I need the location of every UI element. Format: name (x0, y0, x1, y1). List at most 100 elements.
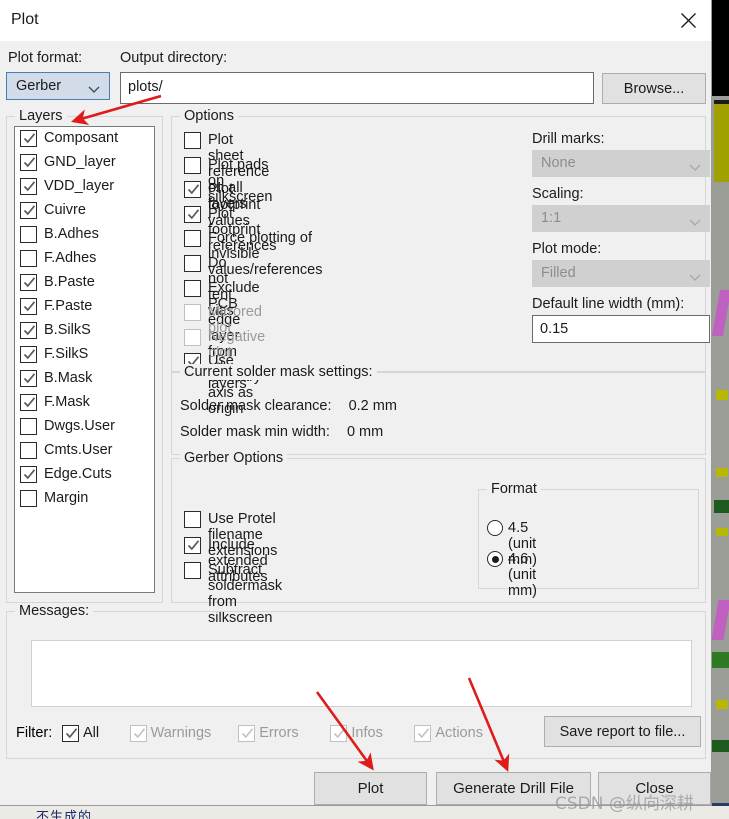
check-icon (23, 132, 36, 145)
gerber-option-checkbox[interactable] (184, 537, 201, 554)
check-icon (133, 727, 146, 740)
pcb-pad-yellow (716, 390, 728, 400)
chevron-down-icon (88, 82, 100, 98)
filter-checkbox[interactable] (62, 725, 79, 742)
layer-row[interactable]: F.Mask (15, 391, 154, 415)
gerber-option-checkbox[interactable] (184, 562, 201, 579)
plot-mode-value: Filled (541, 265, 576, 281)
layer-checkbox[interactable] (20, 154, 37, 171)
drill-marks-select[interactable]: None (532, 150, 710, 177)
plot-format-select[interactable]: Gerber (6, 72, 110, 100)
layer-checkbox[interactable] (20, 466, 37, 483)
layer-checkbox[interactable] (20, 178, 37, 195)
gerber-format-caption: Format (487, 481, 541, 497)
layer-checkbox[interactable] (20, 274, 37, 291)
pcb-trace-magenta (711, 600, 729, 640)
layer-label: VDD_layer (44, 178, 114, 194)
chevron-down-icon (689, 159, 701, 177)
layer-row[interactable]: F.Paste (15, 295, 154, 319)
layer-checkbox[interactable] (20, 298, 37, 315)
layer-row[interactable]: Dwgs.User (15, 415, 154, 439)
drill-marks-label: Drill marks: (532, 131, 702, 147)
layer-row[interactable]: Composant (15, 127, 154, 151)
filter-checkbox[interactable] (130, 725, 147, 742)
plot-format-label: Plot format: (8, 50, 82, 66)
solder-mask-group: Current solder mask settings: Solder mas… (171, 372, 706, 455)
layer-row[interactable]: Cmts.User (15, 439, 154, 463)
filter-checkbox[interactable] (238, 725, 255, 742)
layer-checkbox[interactable] (20, 418, 37, 435)
save-report-button[interactable]: Save report to file... (544, 716, 701, 747)
default-line-width-input[interactable]: 0.15 (532, 315, 710, 343)
layers-list[interactable]: Composant GND_layer VDD_layer Cuivre B.Adhes… (14, 126, 155, 593)
gerber-format-label: 4.6 (unit mm) (508, 551, 537, 599)
filter-label: Filter: (16, 725, 52, 741)
layer-row[interactable]: Margin (15, 487, 154, 511)
layer-checkbox[interactable] (20, 202, 37, 219)
pcb-pad-green (714, 500, 729, 513)
layer-checkbox[interactable] (20, 322, 37, 339)
filter-checkbox[interactable] (330, 725, 347, 742)
plot-button[interactable]: Plot (314, 772, 427, 805)
layer-label: Composant (44, 130, 118, 146)
option-checkbox[interactable] (184, 255, 201, 272)
layer-label: GND_layer (44, 154, 116, 170)
layer-row[interactable]: B.Adhes (15, 223, 154, 247)
radio-icon[interactable] (487, 520, 503, 536)
layer-checkbox[interactable] (20, 346, 37, 363)
layer-label: B.Adhes (44, 226, 99, 242)
gerber-option-checkbox[interactable] (184, 511, 201, 528)
filter-checkbox[interactable] (414, 725, 431, 742)
layer-label: F.Paste (44, 298, 92, 314)
output-directory-value: plots/ (128, 79, 163, 95)
layer-row[interactable]: VDD_layer (15, 175, 154, 199)
check-icon (187, 208, 200, 221)
layer-checkbox[interactable] (20, 370, 37, 387)
layer-row[interactable]: Cuivre (15, 199, 154, 223)
layer-checkbox[interactable] (20, 394, 37, 411)
layer-checkbox[interactable] (20, 490, 37, 507)
layer-label: Margin (44, 490, 88, 506)
option-checkbox[interactable] (184, 157, 201, 174)
option-checkbox[interactable] (184, 304, 201, 321)
layer-checkbox[interactable] (20, 250, 37, 267)
browse-button[interactable]: Browse... (602, 73, 706, 104)
scaling-label: Scaling: (532, 186, 702, 202)
check-icon (23, 372, 36, 385)
layer-label: Dwgs.User (44, 418, 115, 434)
default-line-width-value: 0.15 (540, 321, 568, 337)
scaling-select[interactable]: 1:1 (532, 205, 710, 232)
pcb-trace-olive (714, 104, 729, 182)
option-checkbox[interactable] (184, 329, 201, 346)
layer-row[interactable]: Edge.Cuts (15, 463, 154, 487)
messages-textarea[interactable] (31, 640, 692, 707)
radio-icon[interactable] (487, 551, 503, 567)
option-checkbox[interactable] (184, 206, 201, 223)
solder-mask-min-width-row: Solder mask min width: 0 mm (180, 424, 383, 440)
solder-mask-group-caption: Current solder mask settings: (180, 364, 377, 380)
pcb-trace-magenta (712, 290, 729, 336)
gerber-options-group-caption: Gerber Options (180, 450, 287, 466)
chevron-down-icon (689, 214, 701, 232)
layer-checkbox[interactable] (20, 226, 37, 243)
option-checkbox[interactable] (184, 132, 201, 149)
layer-checkbox[interactable] (20, 442, 37, 459)
layer-row[interactable]: B.Paste (15, 271, 154, 295)
close-icon[interactable] (665, 0, 711, 41)
layer-row[interactable]: F.SilkS (15, 343, 154, 367)
layer-row[interactable]: F.Adhes (15, 247, 154, 271)
check-icon (333, 727, 346, 740)
layer-row[interactable]: GND_layer (15, 151, 154, 175)
option-checkbox[interactable] (184, 230, 201, 247)
layer-row[interactable]: B.SilkS (15, 319, 154, 343)
layer-checkbox[interactable] (20, 130, 37, 147)
option-checkbox[interactable] (184, 181, 201, 198)
layer-row[interactable]: B.Mask (15, 367, 154, 391)
output-directory-label: Output directory: (120, 50, 227, 66)
plot-mode-select[interactable]: Filled (532, 260, 710, 287)
output-directory-input[interactable]: plots/ (120, 72, 594, 104)
check-icon (23, 204, 36, 217)
check-icon (23, 300, 36, 313)
option-checkbox[interactable] (184, 280, 201, 297)
check-icon (23, 396, 36, 409)
